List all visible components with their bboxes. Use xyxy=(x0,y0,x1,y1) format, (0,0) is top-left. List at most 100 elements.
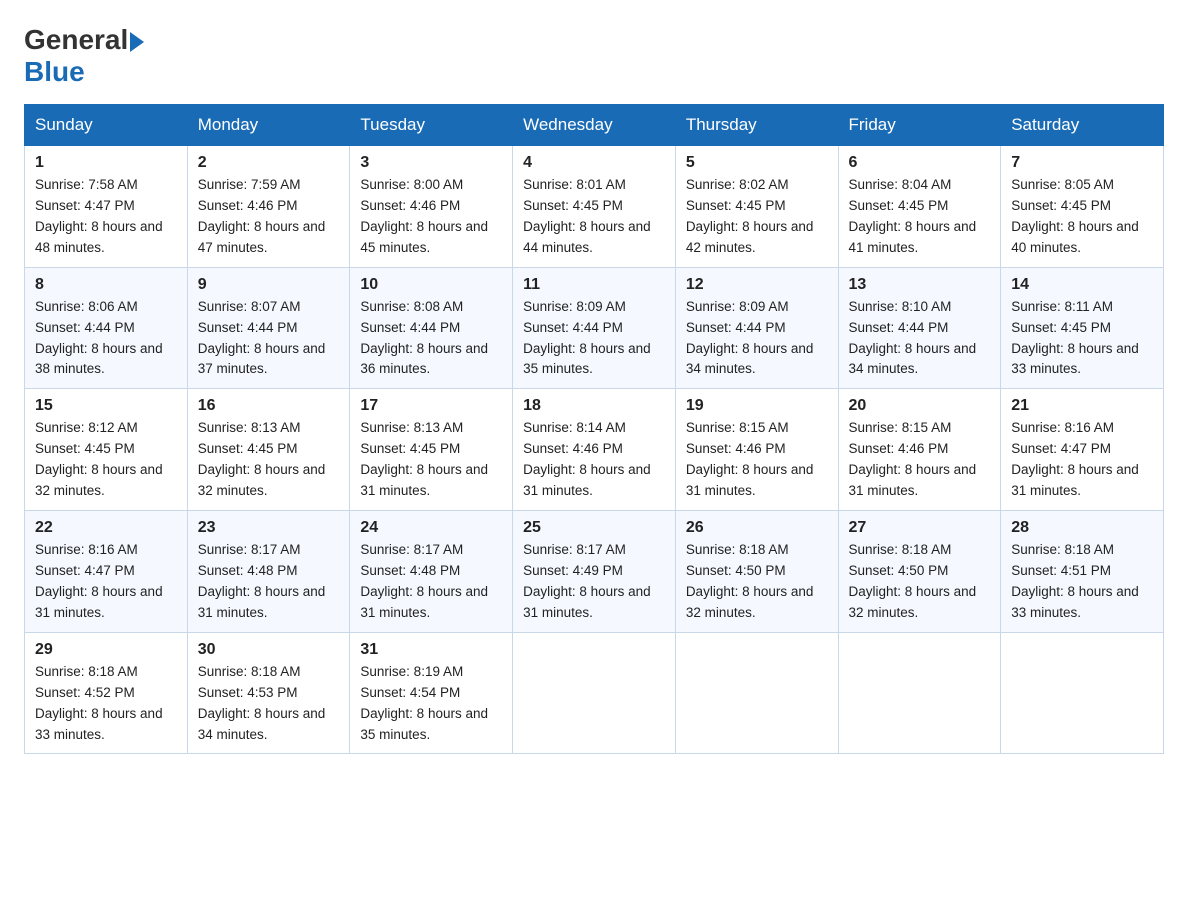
day-number: 6 xyxy=(849,154,991,172)
day-number: 18 xyxy=(523,397,665,415)
calendar-week-row: 29 Sunrise: 8:18 AMSunset: 4:52 PMDayligh… xyxy=(25,632,1164,754)
day-number: 3 xyxy=(360,154,502,172)
column-header-friday: Friday xyxy=(838,105,1001,146)
day-info: Sunrise: 8:12 AMSunset: 4:45 PMDaylight:… xyxy=(35,418,177,502)
calendar-cell: 25 Sunrise: 8:17 AMSunset: 4:49 PMDayligh… xyxy=(513,511,676,633)
day-number: 2 xyxy=(198,154,340,172)
calendar-cell: 9 Sunrise: 8:07 AMSunset: 4:44 PMDaylight… xyxy=(187,267,350,389)
day-number: 15 xyxy=(35,397,177,415)
day-number: 31 xyxy=(360,641,502,659)
day-info: Sunrise: 8:19 AMSunset: 4:54 PMDaylight:… xyxy=(360,662,502,746)
calendar-week-row: 22 Sunrise: 8:16 AMSunset: 4:47 PMDayligh… xyxy=(25,511,1164,633)
calendar-cell: 24Sunrise: 8:17 AMSunset: 4:48 PMDayligh… xyxy=(350,511,513,633)
day-info: Sunrise: 8:00 AMSunset: 4:46 PMDaylight:… xyxy=(360,175,502,259)
page-header: General Blue xyxy=(24,24,1164,88)
day-info: Sunrise: 8:16 AMSunset: 4:47 PMDaylight:… xyxy=(35,540,177,624)
calendar-cell: 11Sunrise: 8:09 AMSunset: 4:44 PMDayligh… xyxy=(513,267,676,389)
day-info: Sunrise: 8:10 AMSunset: 4:44 PMDaylight:… xyxy=(849,297,991,381)
day-number: 16 xyxy=(198,397,340,415)
day-number: 22 xyxy=(35,519,177,537)
day-number: 23 xyxy=(198,519,340,537)
calendar-cell: 14 Sunrise: 8:11 AMSunset: 4:45 PMDayligh… xyxy=(1001,267,1164,389)
logo: General Blue xyxy=(24,24,144,88)
calendar-cell: 28 Sunrise: 8:18 AMSunset: 4:51 PMDayligh… xyxy=(1001,511,1164,633)
calendar-cell: 15 Sunrise: 8:12 AMSunset: 4:45 PMDayligh… xyxy=(25,389,188,511)
calendar-cell: 6 Sunrise: 8:04 AMSunset: 4:45 PMDaylight… xyxy=(838,146,1001,268)
calendar-cell: 26 Sunrise: 8:18 AMSunset: 4:50 PMDayligh… xyxy=(675,511,838,633)
calendar-cell: 20 Sunrise: 8:15 AMSunset: 4:46 PMDayligh… xyxy=(838,389,1001,511)
day-number: 30 xyxy=(198,641,340,659)
day-number: 9 xyxy=(198,276,340,294)
day-info: Sunrise: 8:16 AMSunset: 4:47 PMDaylight:… xyxy=(1011,418,1153,502)
calendar-cell: 22 Sunrise: 8:16 AMSunset: 4:47 PMDayligh… xyxy=(25,511,188,633)
day-number: 27 xyxy=(849,519,991,537)
calendar-cell: 8 Sunrise: 8:06 AMSunset: 4:44 PMDaylight… xyxy=(25,267,188,389)
day-number: 21 xyxy=(1011,397,1153,415)
day-number: 10 xyxy=(360,276,502,294)
calendar-week-row: 1Sunrise: 7:58 AMSunset: 4:47 PMDaylight… xyxy=(25,146,1164,268)
calendar-cell: 3 Sunrise: 8:00 AMSunset: 4:46 PMDaylight… xyxy=(350,146,513,268)
day-info: Sunrise: 8:18 AMSunset: 4:52 PMDaylight:… xyxy=(35,662,177,746)
calendar-cell: 29 Sunrise: 8:18 AMSunset: 4:52 PMDayligh… xyxy=(25,632,188,754)
column-header-tuesday: Tuesday xyxy=(350,105,513,146)
calendar-cell: 16 Sunrise: 8:13 AMSunset: 4:45 PMDayligh… xyxy=(187,389,350,511)
column-header-saturday: Saturday xyxy=(1001,105,1164,146)
calendar-cell: 5Sunrise: 8:02 AMSunset: 4:45 PMDaylight… xyxy=(675,146,838,268)
calendar-cell: 1Sunrise: 7:58 AMSunset: 4:47 PMDaylight… xyxy=(25,146,188,268)
logo-text-general: General xyxy=(24,24,128,56)
day-number: 26 xyxy=(686,519,828,537)
calendar-cell: 2 Sunrise: 7:59 AMSunset: 4:46 PMDaylight… xyxy=(187,146,350,268)
calendar-cell: 17Sunrise: 8:13 AMSunset: 4:45 PMDayligh… xyxy=(350,389,513,511)
day-number: 14 xyxy=(1011,276,1153,294)
day-info: Sunrise: 8:15 AMSunset: 4:46 PMDaylight:… xyxy=(849,418,991,502)
day-info: Sunrise: 7:58 AMSunset: 4:47 PMDaylight:… xyxy=(35,175,177,259)
day-info: Sunrise: 8:01 AMSunset: 4:45 PMDaylight:… xyxy=(523,175,665,259)
day-info: Sunrise: 8:18 AMSunset: 4:51 PMDaylight:… xyxy=(1011,540,1153,624)
day-info: Sunrise: 8:17 AMSunset: 4:48 PMDaylight:… xyxy=(198,540,340,624)
day-info: Sunrise: 8:17 AMSunset: 4:49 PMDaylight:… xyxy=(523,540,665,624)
calendar-header-row: SundayMondayTuesdayWednesdayThursdayFrid… xyxy=(25,105,1164,146)
calendar-cell: 10 Sunrise: 8:08 AMSunset: 4:44 PMDayligh… xyxy=(350,267,513,389)
column-header-thursday: Thursday xyxy=(675,105,838,146)
day-info: Sunrise: 7:59 AMSunset: 4:46 PMDaylight:… xyxy=(198,175,340,259)
column-header-sunday: Sunday xyxy=(25,105,188,146)
day-number: 25 xyxy=(523,519,665,537)
calendar-table: SundayMondayTuesdayWednesdayThursdayFrid… xyxy=(24,104,1164,754)
calendar-cell xyxy=(675,632,838,754)
calendar-cell: 31 Sunrise: 8:19 AMSunset: 4:54 PMDayligh… xyxy=(350,632,513,754)
calendar-cell: 21 Sunrise: 8:16 AMSunset: 4:47 PMDayligh… xyxy=(1001,389,1164,511)
day-info: Sunrise: 8:13 AMSunset: 4:45 PMDaylight:… xyxy=(198,418,340,502)
day-info: Sunrise: 8:09 AMSunset: 4:44 PMDaylight:… xyxy=(686,297,828,381)
column-header-monday: Monday xyxy=(187,105,350,146)
logo-arrow-icon xyxy=(130,32,144,52)
calendar-cell: 19Sunrise: 8:15 AMSunset: 4:46 PMDayligh… xyxy=(675,389,838,511)
day-number: 11 xyxy=(523,276,665,294)
calendar-cell: 30 Sunrise: 8:18 AMSunset: 4:53 PMDayligh… xyxy=(187,632,350,754)
day-number: 7 xyxy=(1011,154,1153,172)
calendar-week-row: 8 Sunrise: 8:06 AMSunset: 4:44 PMDaylight… xyxy=(25,267,1164,389)
day-info: Sunrise: 8:02 AMSunset: 4:45 PMDaylight:… xyxy=(686,175,828,259)
calendar-cell: 12 Sunrise: 8:09 AMSunset: 4:44 PMDayligh… xyxy=(675,267,838,389)
calendar-cell: 27Sunrise: 8:18 AMSunset: 4:50 PMDayligh… xyxy=(838,511,1001,633)
day-number: 29 xyxy=(35,641,177,659)
day-info: Sunrise: 8:06 AMSunset: 4:44 PMDaylight:… xyxy=(35,297,177,381)
calendar-cell xyxy=(1001,632,1164,754)
day-number: 12 xyxy=(686,276,828,294)
calendar-cell: 23 Sunrise: 8:17 AMSunset: 4:48 PMDayligh… xyxy=(187,511,350,633)
day-number: 8 xyxy=(35,276,177,294)
day-number: 28 xyxy=(1011,519,1153,537)
calendar-cell: 18Sunrise: 8:14 AMSunset: 4:46 PMDayligh… xyxy=(513,389,676,511)
logo-text-blue: Blue xyxy=(24,56,85,88)
day-info: Sunrise: 8:08 AMSunset: 4:44 PMDaylight:… xyxy=(360,297,502,381)
day-info: Sunrise: 8:18 AMSunset: 4:50 PMDaylight:… xyxy=(686,540,828,624)
calendar-cell: 4Sunrise: 8:01 AMSunset: 4:45 PMDaylight… xyxy=(513,146,676,268)
day-info: Sunrise: 8:18 AMSunset: 4:53 PMDaylight:… xyxy=(198,662,340,746)
day-info: Sunrise: 8:04 AMSunset: 4:45 PMDaylight:… xyxy=(849,175,991,259)
day-info: Sunrise: 8:07 AMSunset: 4:44 PMDaylight:… xyxy=(198,297,340,381)
calendar-cell: 13Sunrise: 8:10 AMSunset: 4:44 PMDayligh… xyxy=(838,267,1001,389)
day-number: 24 xyxy=(360,519,502,537)
calendar-week-row: 15 Sunrise: 8:12 AMSunset: 4:45 PMDayligh… xyxy=(25,389,1164,511)
day-info: Sunrise: 8:11 AMSunset: 4:45 PMDaylight:… xyxy=(1011,297,1153,381)
day-number: 20 xyxy=(849,397,991,415)
calendar-cell: 7Sunrise: 8:05 AMSunset: 4:45 PMDaylight… xyxy=(1001,146,1164,268)
